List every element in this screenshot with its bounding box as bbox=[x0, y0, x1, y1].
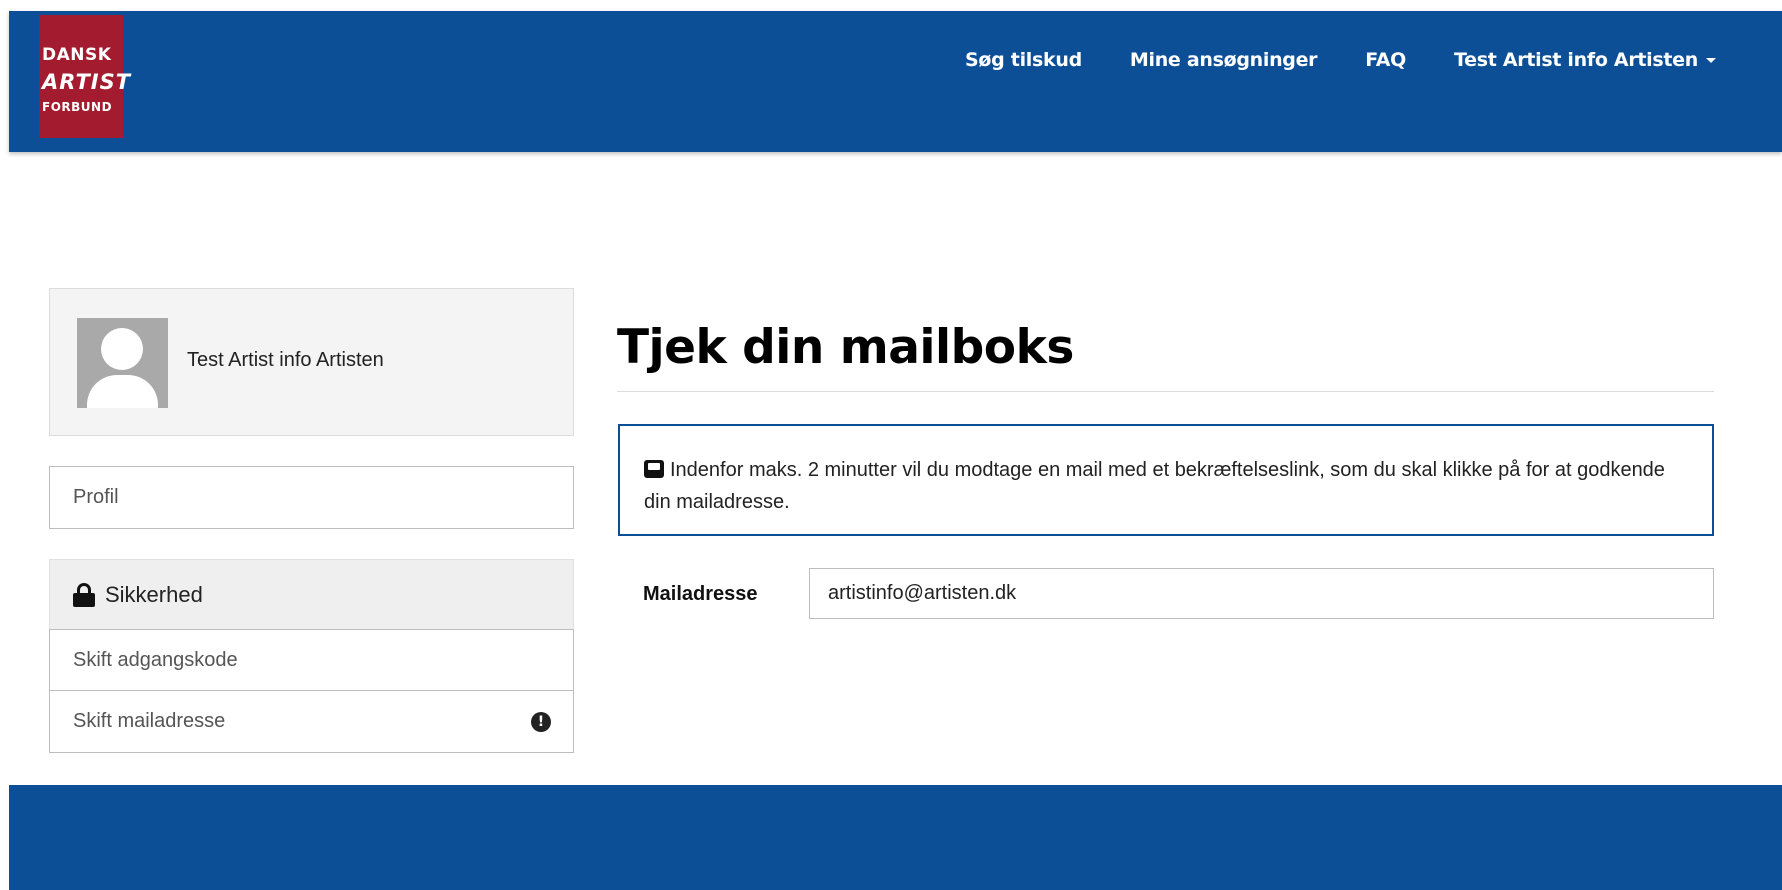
logo-line-2: ARTIST bbox=[42, 70, 132, 94]
lock-icon bbox=[73, 582, 95, 607]
profile-name: Test Artist info Artisten bbox=[187, 349, 384, 371]
sidebar-item-label: Skift adgangskode bbox=[73, 648, 238, 671]
email-label: Mailadresse bbox=[643, 583, 758, 605]
info-alert-text: Indenfor maks. 2 minutter vil du modtage… bbox=[644, 459, 1665, 513]
security-heading-label: Sikkerhed bbox=[105, 581, 203, 607]
exclamation-circle-icon: ! bbox=[531, 711, 551, 732]
caret-down-icon bbox=[1706, 58, 1716, 63]
page-title: Tjek din mailboks bbox=[617, 320, 1074, 375]
user-menu-dropdown[interactable]: Test Artist info Artisten bbox=[1454, 49, 1716, 71]
nav-item-mine-ansoegninger[interactable]: Mine ansøgninger bbox=[1130, 49, 1318, 71]
security-panel: Sikkerhed Skift adgangskode Skift mailad… bbox=[49, 559, 574, 754]
email-field[interactable] bbox=[809, 568, 1714, 619]
top-header: DANSK ARTIST FORBUND Søg tilskud Mine an… bbox=[9, 11, 1782, 152]
sidebar-item-label: Skift mailadresse bbox=[73, 710, 226, 732]
main-nav: Søg tilskud Mine ansøgninger FAQ Test Ar… bbox=[917, 35, 1782, 85]
user-menu-label: Test Artist info Artisten bbox=[1454, 49, 1698, 71]
profile-card: Test Artist info Artisten bbox=[49, 288, 574, 436]
avatar-head-shape bbox=[101, 328, 143, 370]
logo-line-3: FORBUND bbox=[42, 100, 113, 114]
sidebar-item-profil[interactable]: Profil bbox=[49, 466, 574, 529]
avatar bbox=[77, 318, 168, 408]
logo-line-1: DANSK bbox=[42, 45, 112, 65]
security-heading: Sikkerhed bbox=[49, 559, 574, 629]
site-logo[interactable]: DANSK ARTIST FORBUND bbox=[39, 15, 132, 138]
nav-item-faq[interactable]: FAQ bbox=[1365, 49, 1406, 71]
page: DANSK ARTIST FORBUND Søg tilskud Mine an… bbox=[0, 0, 1782, 890]
footer bbox=[9, 785, 1782, 890]
title-divider bbox=[617, 391, 1714, 392]
info-alert: Indenfor maks. 2 minutter vil du modtage… bbox=[618, 424, 1714, 536]
nav-item-soeg-tilskud[interactable]: Søg tilskud bbox=[965, 49, 1082, 71]
sidebar-item-skift-adgangskode[interactable]: Skift adgangskode bbox=[49, 629, 574, 691]
avatar-body-shape bbox=[87, 375, 158, 408]
sidebar-item-skift-mailadresse[interactable]: Skift mailadresse ! bbox=[49, 691, 574, 753]
inbox-icon bbox=[644, 460, 664, 478]
